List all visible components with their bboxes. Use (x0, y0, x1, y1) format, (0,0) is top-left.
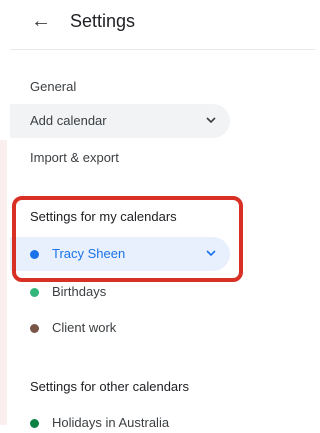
add-calendar-dropdown[interactable]: Add calendar (10, 104, 230, 138)
calendar-label: Birthdays (52, 284, 107, 299)
left-edge-strip (0, 140, 7, 425)
calendar-item-client-work[interactable]: Client work (30, 320, 230, 338)
calendar-color-dot (30, 288, 39, 297)
header-divider (10, 49, 316, 50)
chevron-down-icon (206, 117, 216, 123)
calendar-color-dot (30, 419, 39, 428)
calendar-item-birthdays[interactable]: Birthdays (30, 284, 230, 302)
nav-item-import-export[interactable]: Import & export (30, 150, 119, 166)
calendar-label: Holidays in Australia (52, 415, 170, 430)
nav-item-general[interactable]: General (30, 79, 76, 95)
add-calendar-label: Add calendar (30, 113, 107, 128)
top-bar: ← Settings (0, 0, 316, 50)
arrow-left-icon[interactable]: ← (31, 10, 51, 32)
calendar-label: Client work (52, 320, 117, 335)
page-title: Settings (70, 11, 136, 31)
other-calendars-section-title: Settings for other calendars (30, 379, 189, 394)
calendar-color-dot (30, 324, 39, 333)
highlight-box (12, 196, 243, 282)
calendar-item-holidays-australia[interactable]: Holidays in Australia (30, 415, 230, 433)
